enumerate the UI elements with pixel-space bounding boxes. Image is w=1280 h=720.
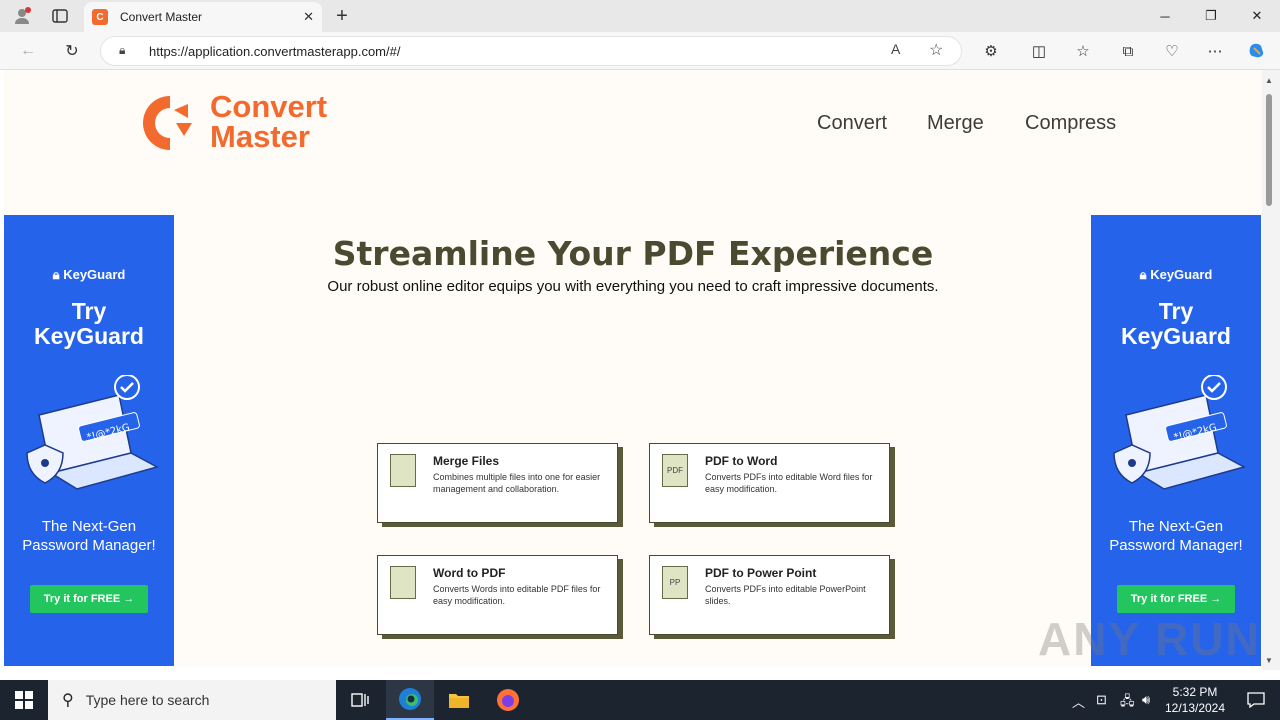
firefox-icon[interactable] (484, 680, 532, 720)
hero-title: Streamline Your PDF Experience (332, 234, 934, 273)
ad-tagline-line2: Password Manager! (22, 537, 156, 554)
nav-compress[interactable]: Compress (1025, 112, 1116, 135)
card-description: Converts PDFs into editable PowerPoint s… (705, 584, 866, 606)
ad-headline-line1: Try (71, 298, 107, 324)
edge-taskbar-icon[interactable] (386, 680, 434, 720)
ad-headline-line2: KeyGuard (34, 323, 144, 349)
show-hidden-icons-icon[interactable]: ︿ (1072, 692, 1085, 711)
network-icon[interactable]: 🖧︎ (1120, 692, 1135, 714)
merge-files-icon (390, 454, 416, 487)
tab-title: Convert Master (120, 10, 203, 24)
hero-subtitle: Our robust online editor equips you with… (327, 278, 939, 295)
tab-favicon-icon: C (92, 9, 108, 25)
lock-icon[interactable]: 🔒︎ (119, 43, 125, 58)
pdf-file-icon: PDF (662, 454, 688, 487)
ad-tagline-line1: The Next-Gen (41, 518, 137, 535)
extensions-icon[interactable]: ⚙︎ (978, 39, 1004, 63)
minimize-icon[interactable]: ─ (1142, 0, 1188, 32)
ad-headline-line1: Try (1158, 298, 1194, 324)
logo-text-line1: Convert (210, 89, 328, 124)
close-tab-icon[interactable]: ✕ (303, 9, 314, 25)
more-options-icon[interactable]: ⋯ (1202, 39, 1228, 63)
read-aloud-icon[interactable]: A (891, 41, 900, 57)
card-description: Combines multiple files into one for eas… (433, 472, 601, 494)
laptop-illustration-icon: *!@*2kG (1113, 375, 1246, 490)
web-page: Convert Master Convert Merge Compress 🔒︎… (4, 70, 1262, 666)
word-file-icon (390, 566, 416, 599)
restore-icon[interactable]: ❐ (1188, 0, 1234, 32)
card-pdf-to-word[interactable]: PDF PDF to Word Converts PDFs into edita… (649, 443, 890, 523)
favorites-icon[interactable]: ☆ (1070, 39, 1096, 63)
page-scrollbar[interactable]: ▲ ▼ (1262, 70, 1280, 670)
windows-logo-icon (15, 691, 33, 709)
split-screen-icon[interactable]: ◫ (1026, 39, 1052, 63)
tab-convert-master[interactable]: C Convert Master ✕ (84, 2, 322, 32)
scrollbar-thumb[interactable] (1266, 94, 1272, 206)
try-free-button[interactable]: Try it for FREE → (30, 585, 148, 613)
logo-text: Convert Master (210, 89, 328, 154)
refresh-icon[interactable]: ↻ (58, 38, 86, 64)
convert-master-logo[interactable]: Convert Master (130, 90, 350, 160)
scroll-up-icon[interactable]: ▲ (1265, 76, 1273, 85)
card-title: PDF to Power Point (705, 566, 817, 580)
favorite-star-icon[interactable]: ☆ (929, 40, 943, 60)
logo-text-line2: Master (210, 119, 310, 154)
card-pdf-to-power-point[interactable]: PP PDF to Power Point Converts PDFs into… (649, 555, 890, 635)
url-text[interactable]: https://application.convertmasterapp.com… (149, 44, 400, 59)
task-view-icon[interactable] (336, 680, 384, 720)
browser-essentials-icon[interactable]: ♡ (1159, 39, 1185, 63)
close-window-icon[interactable]: ✕ (1234, 0, 1280, 32)
notifications-icon[interactable] (1232, 680, 1280, 720)
ad-tagline: The Next-Gen Password Manager! (4, 517, 174, 555)
search-icon: ⚲ (62, 692, 74, 709)
logo-mark-icon (143, 96, 192, 150)
back-icon[interactable]: ← (14, 38, 42, 64)
profile-icon[interactable] (10, 5, 34, 27)
address-bar[interactable]: 🔒︎ https://application.convertmasterapp.… (100, 36, 962, 66)
card-title: Merge Files (433, 454, 500, 468)
browser-title-bar: C Convert Master ✕ + ─ ❐ ✕ (0, 0, 1280, 32)
network-status-icon[interactable]: ⊡ (1096, 692, 1107, 708)
ad-tagline-line2: Password Manager! (1109, 537, 1243, 554)
search-placeholder: Type here to search (85, 692, 210, 708)
card-title: PDF to Word (705, 454, 778, 468)
ad-headline: Try KeyGuard (4, 299, 174, 349)
nav-merge[interactable]: Merge (927, 112, 984, 135)
windows-taskbar: ⚲ Type here to search ︿ ⊡ 🖧︎ 🔊︎ 5:32 PM … (0, 680, 1280, 720)
ppt-file-icon: PP (662, 566, 688, 599)
ad-headline: Try KeyGuard (1091, 299, 1261, 349)
laptop-illustration-icon: *!@*2kG (26, 375, 159, 490)
ad-tagline-line1: The Next-Gen (1128, 518, 1224, 535)
collections-icon[interactable]: ⧉ (1115, 39, 1141, 63)
clock-date: 12/13/2024 (1164, 701, 1226, 715)
anyrun-watermark: ANY RUN (1038, 613, 1261, 665)
taskbar-search[interactable]: ⚲ Type here to search (48, 680, 336, 720)
ad-headline-line2: KeyGuard (1121, 323, 1231, 349)
address-bar-row: ← ↻ 🔒︎ https://application.convertmaster… (0, 32, 1280, 70)
card-word-to-pdf[interactable]: Word to PDF Converts Words into editable… (377, 555, 618, 635)
taskbar-clock[interactable]: 5:32 PM 12/13/2024 (1158, 684, 1232, 716)
scroll-down-icon[interactable]: ▼ (1265, 656, 1273, 665)
new-tab-icon[interactable]: + (330, 5, 354, 27)
start-button[interactable] (0, 680, 48, 720)
ad-tagline: The Next-Gen Password Manager! (1091, 517, 1261, 555)
card-description: Converts Words into editable PDF files f… (433, 584, 601, 606)
nav-convert[interactable]: Convert (817, 112, 887, 135)
card-description: Converts PDFs into editable Word files f… (705, 472, 873, 494)
card-merge-files[interactable]: Merge Files Combines multiple files into… (377, 443, 618, 523)
tab-actions-icon[interactable] (48, 5, 72, 27)
clock-time: 5:32 PM (1172, 685, 1218, 699)
copilot-icon[interactable] (1244, 39, 1270, 63)
volume-icon[interactable]: 🔊︎ (1142, 692, 1150, 708)
try-free-button[interactable]: Try it for FREE → (1117, 585, 1235, 613)
file-explorer-icon[interactable] (435, 680, 483, 720)
card-title: Word to PDF (433, 566, 506, 580)
